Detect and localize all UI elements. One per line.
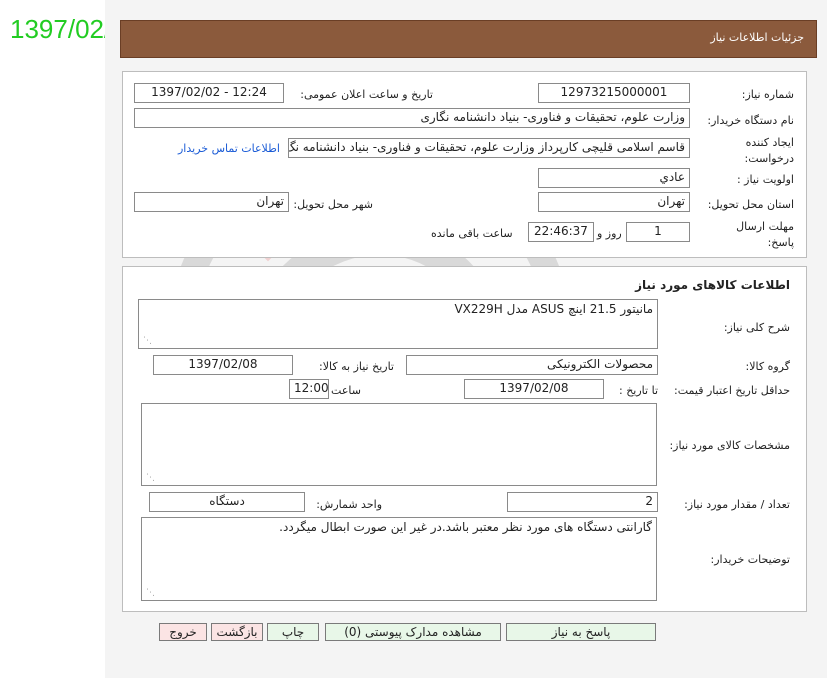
need-info-panel: شماره نیاز: 12973215000001 تاریخ و ساعت … (122, 71, 807, 258)
description-textarea[interactable]: مانیتور 21.5 اینچ ASUS مدل VX229H ⋰ (138, 299, 658, 349)
requester-label-2: درخواست: (744, 152, 794, 165)
validity-to-label: تا تاریخ : (619, 384, 658, 397)
notes-label: توضیحات خریدار: (710, 553, 791, 566)
validity-date-field[interactable]: 1397/02/08 (464, 379, 604, 399)
deadline-time-field[interactable]: 22:46:37 (528, 222, 594, 242)
goods-info-panel: اطلاعات کالاهای مورد نیاز شرح کلی نیاز: … (122, 266, 807, 612)
need-date-field[interactable]: 1397/02/08 (153, 355, 293, 375)
deadline-label-2: پاسخ: (767, 236, 794, 249)
deadline-days-text: روز و (597, 227, 622, 240)
exit-button[interactable]: خروج (159, 623, 207, 641)
notes-textarea[interactable]: گارانتی دستگاه های مورد نظر معتبر باشد.د… (141, 517, 657, 601)
need-number-label: شماره نیاز: (741, 88, 794, 101)
unit-label: واحد شمارش: (316, 498, 382, 511)
page-header: جزئیات اطلاعات نیاز (120, 20, 817, 58)
back-button[interactable]: بازگشت (211, 623, 263, 641)
specs-label: مشخصات کالای مورد نیاز: (669, 439, 790, 452)
group-field[interactable]: محصولات الکترونیکی (406, 355, 658, 375)
buyer-org-label: نام دستگاه خریدار: (707, 114, 794, 127)
validity-label: حداقل تاریخ اعتبار قیمت: (674, 384, 790, 397)
attachments-button[interactable]: مشاهده مدارک پیوستی (0) (325, 623, 501, 641)
announce-label: تاریخ و ساعت اعلان عمومی: (300, 88, 433, 101)
priority-label: اولویت نیاز : (736, 173, 794, 186)
priority-field[interactable]: عادي (538, 168, 690, 188)
qty-label: تعداد / مقدار مورد نیاز: (684, 498, 790, 511)
qty-field[interactable]: 2 (507, 492, 658, 512)
requester-field[interactable]: قاسم اسلامی قلیچی کارپرداز وزارت علوم، ت… (288, 138, 690, 158)
unit-field[interactable]: دستگاه (149, 492, 305, 512)
resize-grip-icon: ⋰ (143, 336, 152, 346)
resize-grip-icon: ⋰ (146, 473, 155, 483)
specs-textarea[interactable]: ⋰ (141, 403, 657, 486)
deadline-days-field[interactable]: 1 (626, 222, 690, 242)
requester-label-1: ایجاد کننده (745, 136, 794, 149)
validity-time-field[interactable]: 12:00 (289, 379, 329, 399)
province-field[interactable]: تهران (538, 192, 690, 212)
city-label: شهر محل تحویل: (293, 198, 373, 211)
need-date-label: تاریخ نیاز به کالا: (319, 360, 394, 373)
validity-time-label: ساعت : (323, 384, 361, 397)
goods-section-title: اطلاعات کالاهای مورد نیاز (635, 278, 790, 292)
need-number-field[interactable]: 12973215000001 (538, 83, 690, 103)
province-label: استان محل تحویل: (707, 198, 794, 211)
description-label: شرح کلی نیاز: (723, 321, 790, 334)
announce-field[interactable]: 1397/02/02 - 12:24 (134, 83, 284, 103)
reply-button[interactable]: پاسخ به نیاز (506, 623, 656, 641)
deadline-label-1: مهلت ارسال (736, 220, 794, 233)
description-text: مانیتور 21.5 اینچ ASUS مدل VX229H (454, 302, 653, 316)
contact-buyer-link[interactable]: اطلاعات تماس خریدار (178, 142, 280, 155)
deadline-remaining-text: ساعت باقی مانده (431, 227, 513, 240)
city-field[interactable]: تهران (134, 192, 289, 212)
resize-grip-icon: ⋰ (146, 588, 155, 598)
print-button[interactable]: چاپ (267, 623, 319, 641)
buyer-org-field[interactable]: وزارت علوم، تحقیقات و فناوری- بنیاد دانش… (134, 108, 690, 128)
notes-text: گارانتی دستگاه های مورد نظر معتبر باشد.د… (279, 520, 652, 534)
page-title: جزئیات اطلاعات نیاز (710, 31, 804, 44)
group-label: گروه کالا: (745, 360, 790, 373)
